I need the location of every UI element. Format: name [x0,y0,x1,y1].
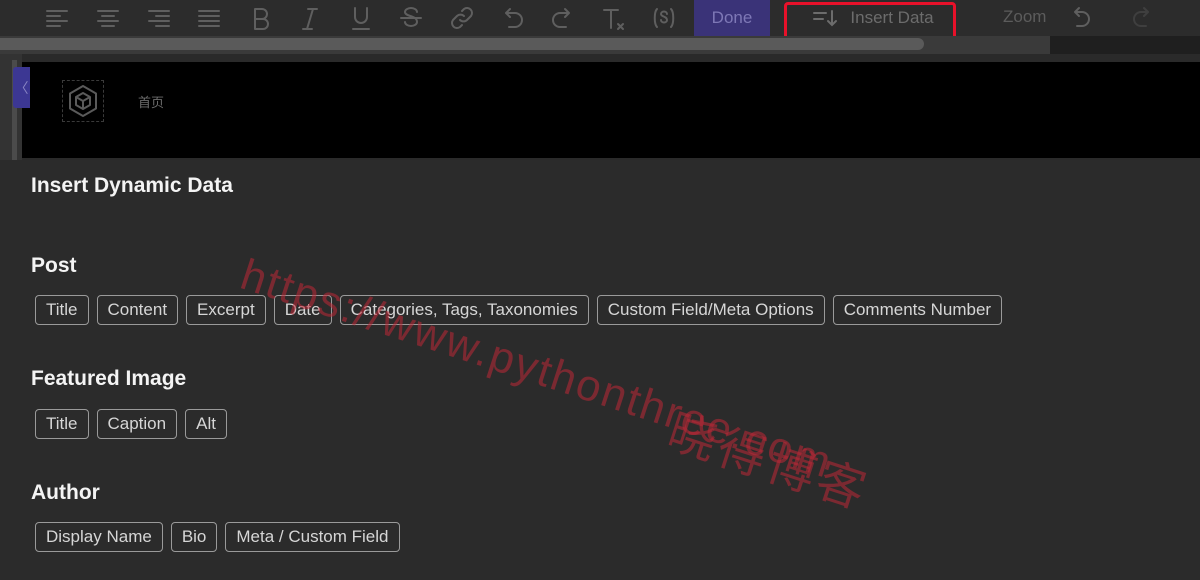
option-post-taxonomies[interactable]: Categories, Tags, Taxonomies [339,295,589,325]
post-options: Title Content Excerpt Date Categories, T… [35,295,1003,325]
author-options: Display Name Bio Meta / Custom Field [35,522,400,552]
featured-image-options: Title Caption Alt [35,409,227,439]
undo-icon[interactable] [489,0,535,36]
section-title-author: Author [31,481,100,504]
italic-icon[interactable] [287,0,333,36]
done-button[interactable]: Done [694,0,770,36]
option-author-display-name[interactable]: Display Name [35,522,163,552]
history-redo-icon[interactable] [1120,0,1166,36]
option-post-custom-field[interactable]: Custom Field/Meta Options [596,295,825,325]
option-image-alt[interactable]: Alt [185,409,227,439]
site-logo-icon[interactable] [62,80,104,122]
align-right-icon[interactable] [136,0,182,36]
option-post-title[interactable]: Title [35,295,89,325]
collapse-sidebar-chevron-icon[interactable]: 〈 [13,67,30,108]
section-title-featured-image: Featured Image [31,367,187,390]
toolbar-right-panel [1050,36,1200,54]
option-image-title[interactable]: Title [35,409,89,439]
insert-data-label: Insert Data [850,8,934,27]
option-post-date[interactable]: Date [273,295,332,325]
zoom-label[interactable]: Zoom [1003,7,1046,27]
link-icon[interactable] [439,0,485,36]
strikethrough-icon[interactable] [388,0,434,36]
section-title-post: Post [31,254,77,277]
align-left-icon[interactable] [34,0,80,36]
option-post-excerpt[interactable]: Excerpt [186,295,266,325]
align-justify-icon[interactable] [186,0,232,36]
insert-data-icon [813,10,838,27]
toolbar-scrollbar-thumb[interactable] [0,38,924,50]
shortcode-icon[interactable] [641,0,687,36]
option-image-caption[interactable]: Caption [96,409,178,439]
option-author-meta[interactable]: Meta / Custom Field [225,522,400,552]
option-post-comments-number[interactable]: Comments Number [832,295,1003,325]
option-author-bio[interactable]: Bio [170,522,218,552]
redo-icon[interactable] [540,0,586,36]
insert-data-button[interactable]: Insert Data [790,0,956,36]
align-center-icon[interactable] [85,0,131,36]
home-nav-link[interactable]: 首页 [138,92,164,111]
panel-title: Insert Dynamic Data [31,174,233,197]
history-undo-icon[interactable] [1057,0,1103,36]
page-header-preview [22,62,1200,158]
editor-toolbar: Done Insert Data Zoom [0,0,1200,36]
option-post-content[interactable]: Content [96,295,179,325]
underline-icon[interactable] [338,0,384,36]
clear-format-icon[interactable] [590,0,636,36]
bold-icon[interactable] [237,0,283,36]
